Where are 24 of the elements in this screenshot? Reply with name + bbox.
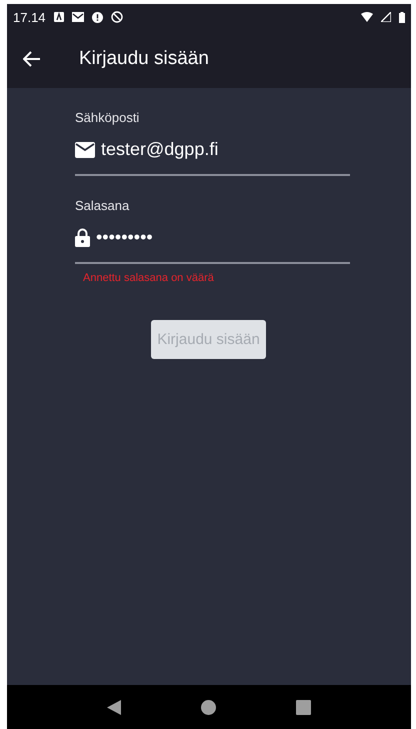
error-message: Annettu salasana on väärä <box>83 272 215 284</box>
home-circle-icon <box>201 700 216 714</box>
alert-icon <box>92 12 103 22</box>
recents-button[interactable] <box>296 700 311 714</box>
email-field[interactable]: tester@dgpp.fi <box>75 139 350 176</box>
mail-icon <box>72 12 84 22</box>
back-button[interactable] <box>23 51 41 67</box>
lock-icon <box>75 228 90 247</box>
password-field[interactable]: ••••••••• <box>75 227 350 264</box>
back-arrow-icon <box>23 51 41 67</box>
square-icon <box>296 700 311 714</box>
status-time: 17.14 <box>13 10 46 24</box>
home-button[interactable] <box>201 700 216 714</box>
back-triangle-icon <box>107 700 121 714</box>
blocked-icon <box>110 11 123 23</box>
field-label: Salasana <box>75 198 130 213</box>
notification-icon <box>54 12 64 22</box>
field-label: Sähköposti <box>75 110 140 125</box>
signal-icon <box>381 12 391 22</box>
battery-icon <box>399 12 405 22</box>
back-button[interactable] <box>107 700 121 714</box>
screen-title: Kirjaudu sisään <box>79 48 209 70</box>
wifi-icon <box>361 12 373 22</box>
envelope-icon <box>75 142 95 158</box>
